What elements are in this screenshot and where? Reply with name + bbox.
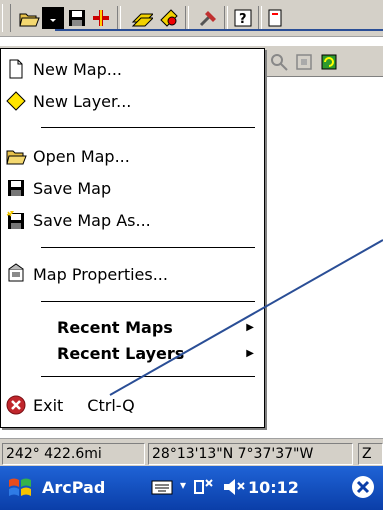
input-menu-arrow-icon[interactable]: ▾ <box>180 478 186 492</box>
menu-separator <box>41 376 255 377</box>
new-map-icon <box>5 58 27 80</box>
menu-item-label: Open Map... <box>33 146 130 166</box>
status-bar: 242° 422.6mi 28°13'13"N 7°37'37"W Z <box>0 438 383 467</box>
save-icon[interactable] <box>66 7 88 29</box>
toolbar-grip[interactable] <box>2 4 11 32</box>
toolbar-separator <box>117 6 121 30</box>
menu-separator <box>41 127 255 128</box>
submenu-arrow-icon: ▶ <box>246 321 254 333</box>
menu-item-label: Recent Maps <box>57 317 173 337</box>
svg-text:?: ? <box>239 12 247 27</box>
menu-item-new-map[interactable]: New Map... <box>1 54 264 84</box>
new-layer-icon <box>5 90 27 112</box>
close-icon[interactable] <box>350 474 376 500</box>
menu-item-save-map-as[interactable]: Save Map As... <box>1 205 264 235</box>
connectivity-icon[interactable] <box>192 476 216 498</box>
menu-item-exit[interactable]: Exit Ctrl-Q <box>1 390 264 420</box>
tools-icon[interactable] <box>198 7 220 29</box>
help-icon[interactable]: ? <box>232 7 254 29</box>
menu-item-label: Save Map As... <box>33 210 151 230</box>
add-layer-icon[interactable] <box>90 7 112 29</box>
menu-item-label: New Map... <box>33 59 123 79</box>
document-icon[interactable] <box>264 7 286 29</box>
menu-item-new-layer[interactable]: New Layer... <box>1 86 264 116</box>
menu-separator <box>41 301 255 302</box>
open-folder-icon[interactable] <box>18 7 40 29</box>
extent-icon[interactable] <box>293 51 315 73</box>
exit-icon <box>5 394 27 416</box>
menu-item-open-map[interactable]: Open Map... <box>1 141 264 171</box>
toolbar-separator <box>224 6 228 30</box>
file-menu: New Map... New Layer... Open Map... Save… <box>0 48 265 428</box>
keyboard-icon[interactable] <box>150 476 174 498</box>
toolbar-separator <box>185 6 189 30</box>
menu-item-label: Recent Layers <box>57 343 185 363</box>
refresh-icon[interactable] <box>318 51 340 73</box>
clock[interactable]: 10:12 <box>248 478 299 497</box>
volume-muted-icon[interactable] <box>222 476 248 498</box>
menu-item-shortcut: Ctrl-Q <box>87 395 135 415</box>
coordinates-readout: 28°13'13"N 7°37'37"W <box>148 443 353 465</box>
menu-item-label: Save Map <box>33 178 112 198</box>
layers-icon[interactable] <box>131 7 153 29</box>
bearing-distance-readout: 242° 422.6mi <box>2 443 145 465</box>
save-map-icon <box>5 177 27 199</box>
save-map-as-icon <box>5 209 27 231</box>
windows-logo-icon <box>9 478 31 496</box>
toolbar-separator <box>258 6 262 30</box>
map-properties-icon <box>5 263 27 285</box>
taskbar: ArcPad ▾ 10:12 <box>0 466 383 510</box>
menu-item-recent-layers[interactable]: Recent Layers ▶ <box>1 338 264 368</box>
file-menu-button[interactable] <box>42 7 64 29</box>
taskbar-app-title[interactable]: ArcPad <box>42 478 105 497</box>
gps-icon[interactable] <box>157 6 179 28</box>
status-extra: Z <box>358 443 383 465</box>
open-map-icon <box>5 145 27 167</box>
menu-item-label: Exit <box>33 395 64 415</box>
find-icon[interactable] <box>268 51 290 73</box>
menu-item-save-map[interactable]: Save Map <box>1 173 264 203</box>
submenu-arrow-icon: ▶ <box>246 347 254 359</box>
main-toolbar: ? <box>0 0 383 37</box>
menu-item-label: New Layer... <box>33 91 132 111</box>
menu-item-label: Map Properties... <box>33 264 168 284</box>
menu-separator <box>41 247 255 248</box>
menu-item-map-properties[interactable]: Map Properties... <box>1 259 264 289</box>
start-button[interactable] <box>6 474 36 502</box>
